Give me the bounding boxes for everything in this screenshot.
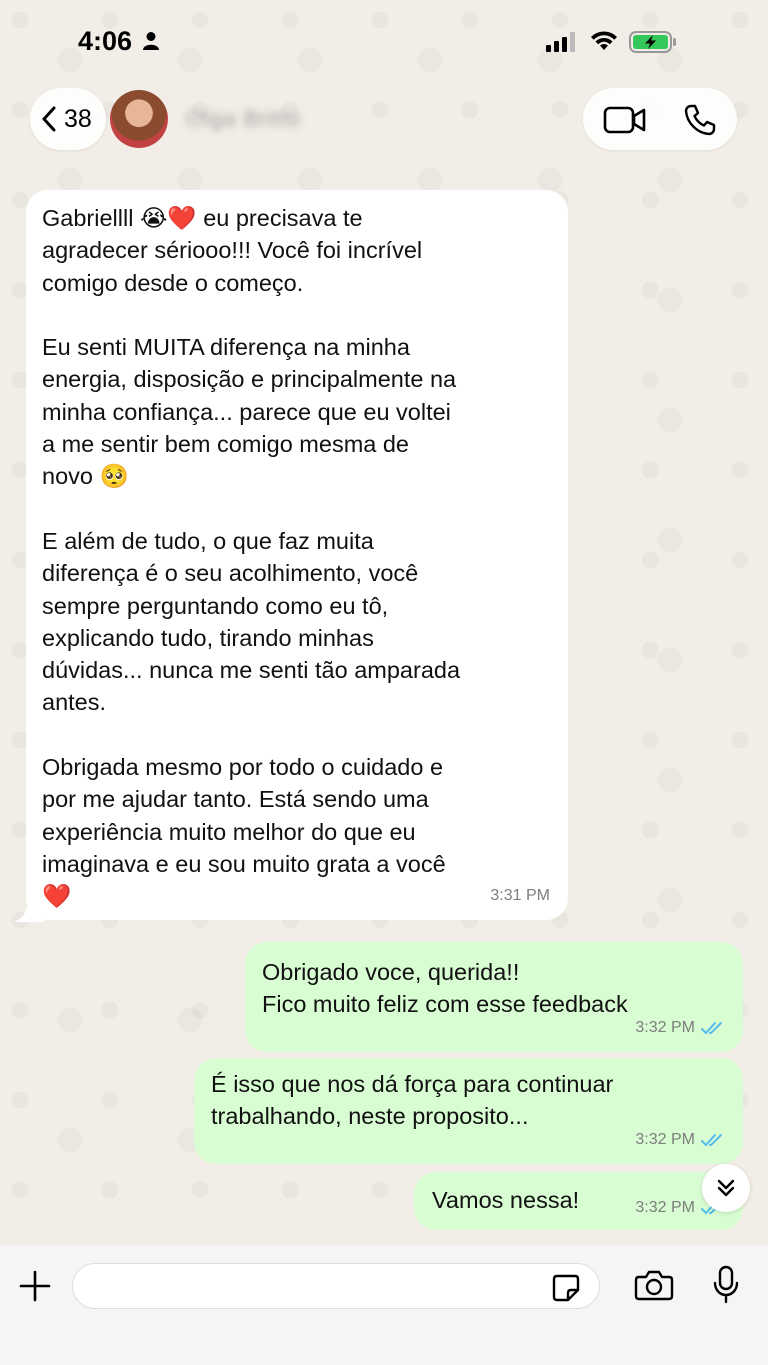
bubble-tail (14, 898, 44, 922)
message-meta: 3:32 PM (635, 1124, 725, 1156)
phone-call-icon[interactable] (683, 103, 717, 137)
contact-avatar[interactable] (110, 90, 168, 148)
message-time: 3:32 PM (635, 1198, 695, 1216)
sticker-icon[interactable] (551, 1273, 581, 1303)
message-time: 3:32 PM (635, 1018, 695, 1036)
camera-icon[interactable] (634, 1269, 674, 1301)
chevron-left-icon (42, 106, 56, 132)
composer-bar (0, 1245, 768, 1365)
message-text: Gabriellll 😭❤️ eu precisava te agradecer… (42, 205, 461, 910)
double-check-icon (701, 1133, 722, 1147)
message-bubble-outgoing[interactable]: É isso que nos dá força para continuar t… (194, 1058, 743, 1164)
signal-icon (546, 32, 575, 52)
message-meta: 3:31 PM (490, 880, 550, 912)
message-input[interactable] (72, 1263, 600, 1309)
back-button[interactable]: 38 (30, 88, 106, 150)
person-icon (143, 32, 159, 50)
video-call-icon[interactable] (603, 105, 647, 135)
unread-count: 38 (64, 104, 92, 133)
chat-header: 38 Olga Britto (0, 80, 768, 160)
battery-charging-icon (629, 31, 676, 53)
message-bubble-outgoing[interactable]: Vamos nessa! 3:32 PM (414, 1172, 743, 1230)
message-time: 3:32 PM (635, 1130, 695, 1148)
chevron-double-down-icon (717, 1179, 735, 1197)
scroll-to-bottom-button[interactable] (702, 1164, 750, 1212)
status-bar: 4:06 (0, 0, 768, 80)
contact-name[interactable]: Olga Britto (186, 106, 301, 132)
message-bubble-incoming[interactable]: Gabriellll 😭❤️ eu precisava te agradecer… (26, 190, 568, 920)
message-bubble-outgoing[interactable]: Obrigado voce, querida!! Fico muito feli… (245, 942, 743, 1052)
message-time: 3:31 PM (490, 886, 550, 904)
message-meta: 3:32 PM (635, 1012, 725, 1044)
status-time: 4:06 (78, 26, 133, 56)
double-check-icon (701, 1021, 722, 1035)
call-actions (583, 88, 737, 150)
wifi-icon (591, 31, 617, 50)
plus-icon[interactable] (18, 1269, 52, 1303)
microphone-icon[interactable] (712, 1265, 740, 1305)
